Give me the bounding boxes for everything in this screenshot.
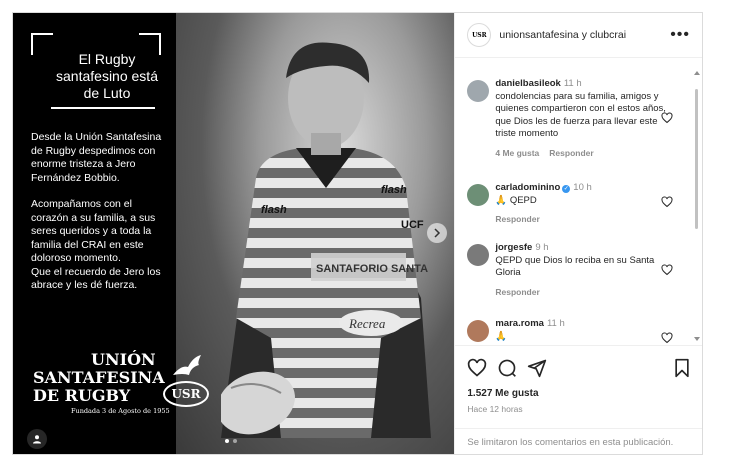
scroll-down-arrow-icon[interactable] (694, 337, 701, 341)
comment-username[interactable]: mara.roma (495, 318, 544, 329)
comment-avatar[interactable] (467, 184, 490, 206)
comment-text: 🙏 QEPD (495, 194, 537, 206)
jersey-brand-right: flash (381, 184, 407, 196)
user-tag-icon (33, 435, 41, 444)
comment-item: mara.roma 11 h 🙏 (467, 318, 687, 344)
comment-time: 9 h (535, 242, 549, 253)
more-options-icon[interactable]: ••• (670, 26, 690, 44)
like-comment-heart-icon[interactable] (661, 264, 673, 276)
collab-connector: y (581, 29, 587, 41)
author-link[interactable]: unionsantafesina (499, 29, 578, 41)
action-icons (467, 358, 693, 380)
next-image-button[interactable] (427, 223, 447, 243)
verified-badge-icon: ✓ (562, 185, 571, 193)
title-frame: El Rugby santafesino está de Luto (31, 33, 161, 111)
jersey-sponsor-text: Recrea (348, 316, 386, 331)
comments-scrollbar[interactable] (694, 71, 701, 341)
next-arrow-icon (434, 228, 441, 238)
post-sidebar: USR unionsantafesina y clubcrai ••• dani… (454, 13, 703, 454)
union-santafesina-logo: USR UNIÓN SANTAFESINA DE RUGBY Fundada 3… (33, 351, 209, 431)
comment-avatar[interactable] (467, 320, 490, 342)
reply-button[interactable]: Responder (495, 287, 539, 297)
comments-limited-notice: Se limitaron los comentarios en esta pub… (455, 428, 703, 454)
author-names: unionsantafesina y clubcrai (499, 29, 670, 41)
comment-item: jorgesfe 9 h QEPD que Dios lo reciba en s… (467, 242, 687, 297)
title-underline (51, 107, 155, 109)
comment-body: jorgesfe 9 h QEPD que Dios lo reciba en s… (495, 242, 667, 280)
comment-text: condolencias para su familia, amigos y q… (495, 90, 666, 140)
comment-likes[interactable]: 4 Me gusta (495, 148, 539, 158)
comment-time: 11 h (546, 318, 565, 329)
overlay-body: Desde la Unión Santafesina de Rugby desp… (31, 131, 171, 306)
comment-time: 10 h (573, 182, 592, 193)
comment-item: danielbasileok 11 h condolencias para su … (467, 78, 687, 158)
comment-body: danielbasileok 11 h condolencias para su … (495, 78, 667, 141)
overlay-paragraph-1: Desde la Unión Santafesina de Rugby desp… (31, 131, 162, 184)
scroll-thumb[interactable] (695, 89, 699, 229)
like-comment-heart-icon[interactable] (661, 112, 673, 124)
post-actions: 1.527 Me gusta Hace 12 horas Se limitaro… (455, 345, 703, 454)
share-icon[interactable] (527, 358, 547, 378)
carousel-dot (233, 439, 237, 443)
author-avatar[interactable]: USR (467, 23, 492, 47)
likes-count[interactable]: 1.527 Me gusta (467, 388, 538, 399)
jersey-sleeve-text: UCF (401, 219, 424, 231)
bird-emblem-icon (173, 355, 201, 375)
comment-body: carladominino ✓ 10 h 🙏 QEPD (495, 182, 667, 207)
comment-avatar[interactable] (467, 244, 490, 266)
tagged-users-button[interactable] (27, 429, 47, 449)
comment-meta: Responder (495, 214, 687, 224)
comment-time: 11 h (563, 78, 582, 89)
bookmark-icon[interactable] (673, 358, 691, 378)
comment-body: mara.roma 11 h 🙏 (495, 318, 667, 343)
heart-icon[interactable] (467, 358, 487, 378)
comment-username[interactable]: danielbasileok (495, 78, 560, 89)
logo-badge: USR (163, 381, 209, 407)
comment-item: carladominino ✓ 10 h 🙏 QEPD Responder (467, 182, 687, 224)
post-header: USR unionsantafesina y clubcrai ••• (455, 13, 702, 58)
carousel-indicator (225, 439, 237, 443)
instagram-post-modal: El Rugby santafesino está de Luto Desde … (12, 12, 703, 455)
carousel-dot-active (225, 439, 229, 443)
player-figure: SANTAFORIO SANTA FE Recrea flash flash U… (221, 42, 431, 438)
jersey-brand-left: flash (261, 204, 287, 216)
comment-icon[interactable] (497, 358, 517, 378)
like-comment-heart-icon[interactable] (661, 332, 673, 344)
overlay-paragraph-3: Que el recuerdo de Jero los abrace y les… (31, 265, 161, 292)
overlay-paragraph-2: Acompañamos con el corazón a su familia,… (31, 198, 156, 264)
rugby-player-photo: SANTAFORIO SANTA FE Recrea flash flash U… (176, 13, 455, 454)
comment-text: QEPD que Dios lo reciba en su Santa Glor… (495, 254, 655, 279)
comment-username[interactable]: carladominino (495, 182, 560, 193)
frame-corner-top-left (31, 33, 53, 55)
comment-text: 🙏 (495, 330, 508, 342)
jersey-chest-text: SANTAFORIO SANTA FE (316, 263, 431, 275)
comments-list[interactable]: danielbasileok 11 h condolencias para su … (455, 58, 695, 345)
logo-founded: Fundada 3 de Agosto de 1955 (71, 407, 170, 415)
comment-username[interactable]: jorgesfe (495, 242, 532, 253)
overlay-title: El Rugby santafesino está de Luto (56, 51, 158, 101)
post-media[interactable]: El Rugby santafesino está de Luto Desde … (13, 13, 455, 454)
comment-avatar[interactable] (467, 80, 490, 102)
reply-button[interactable]: Responder (549, 148, 593, 158)
like-comment-heart-icon[interactable] (661, 196, 673, 208)
reply-button[interactable]: Responder (495, 214, 539, 224)
comment-meta: Responder (495, 287, 687, 297)
comment-meta: 4 Me gusta Responder (495, 148, 687, 158)
collaborator-link[interactable]: clubcrai (590, 29, 626, 41)
post-time: Hace 12 horas (467, 404, 523, 414)
scroll-up-arrow-icon[interactable] (694, 71, 701, 75)
